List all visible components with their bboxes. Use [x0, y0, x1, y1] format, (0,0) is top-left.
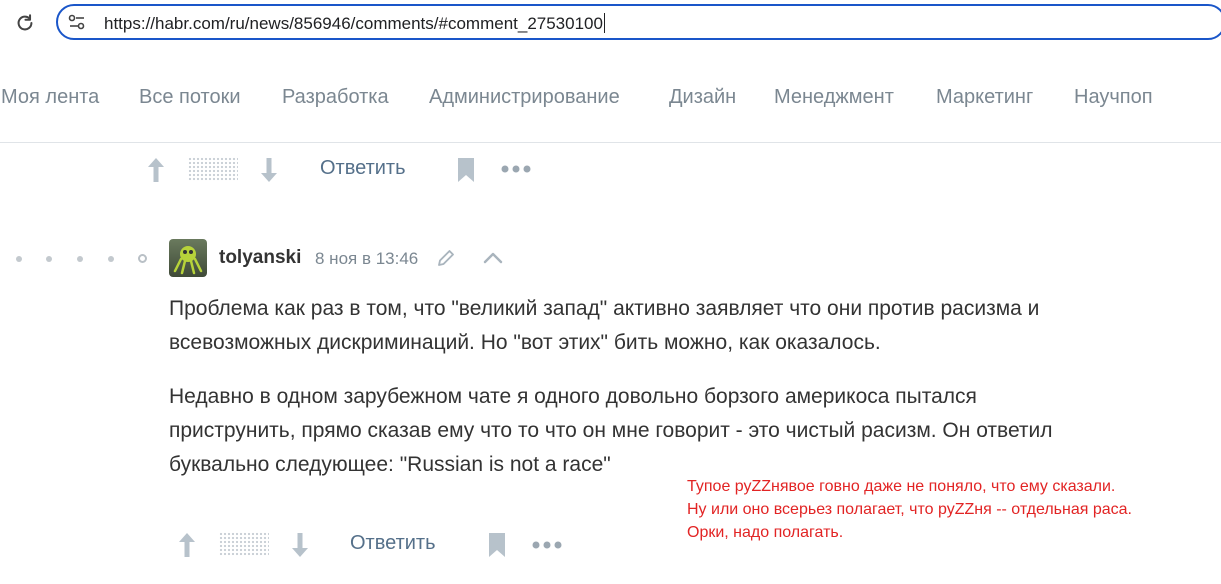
- rating-hidden: [219, 532, 269, 556]
- text-caret: [603, 13, 605, 33]
- comment-line: Проблема как раз в том, что "великий зап…: [169, 297, 1040, 320]
- nav-item-administration[interactable]: Администрирование: [429, 86, 620, 109]
- browser-toolbar: https://habr.com/ru/news/856946/comments…: [0, 0, 1221, 54]
- nav-item-my-feed[interactable]: Моя лента: [1, 86, 99, 109]
- collapse-chevron-up-icon[interactable]: [483, 252, 503, 264]
- thread-dot[interactable]: [46, 256, 52, 262]
- thread-current-ring[interactable]: [138, 254, 147, 263]
- thread-dot[interactable]: [77, 256, 83, 262]
- nav-item-development[interactable]: Разработка: [282, 86, 389, 109]
- comment-line: Недавно в одном зарубежном чате я одного…: [169, 385, 977, 408]
- downvote-arrow-icon[interactable]: [259, 156, 279, 184]
- url-text[interactable]: https://habr.com/ru/news/856946/comments…: [104, 13, 605, 34]
- reply-button[interactable]: Ответить: [320, 157, 406, 180]
- comment-line: всевозможных дискриминаций. Но "вот этих…: [169, 331, 881, 354]
- comment-timestamp[interactable]: 8 ноя в 13:46: [315, 249, 418, 269]
- bookmark-icon[interactable]: [456, 157, 476, 183]
- downvote-arrow-icon[interactable]: [290, 531, 310, 559]
- nav-item-marketing[interactable]: Маркетинг: [936, 86, 1033, 109]
- upvote-arrow-icon[interactable]: [146, 156, 166, 184]
- nav-item-management[interactable]: Менеджмент: [774, 86, 894, 109]
- more-options-icon[interactable]: [500, 164, 532, 174]
- nav-item-popsci[interactable]: Научпоп: [1074, 86, 1153, 109]
- comment-username[interactable]: tolyanski: [219, 247, 301, 269]
- site-nav: Моя лента Все потоки Разработка Админист…: [0, 54, 1221, 143]
- comment-line: приструнить, прямо сказав ему что то что…: [169, 419, 1053, 442]
- thread-dot[interactable]: [108, 256, 114, 262]
- comment-paragraph-2: Недавно в одном зарубежном чате я одного…: [169, 380, 1053, 482]
- thread-dot[interactable]: [16, 256, 22, 262]
- reload-icon[interactable]: [14, 12, 36, 34]
- bookmark-icon[interactable]: [487, 532, 507, 558]
- reply-button[interactable]: Ответить: [350, 532, 436, 555]
- edited-pencil-icon: [438, 250, 454, 266]
- more-options-icon[interactable]: [531, 540, 563, 550]
- annotation-line: Тупое руZZнявое говно даже не поняло, чт…: [687, 478, 1116, 495]
- site-settings-icon[interactable]: [68, 14, 86, 30]
- annotation-line: Ну или оно всерьез полагает, что руZZня …: [687, 501, 1132, 518]
- rating-hidden: [188, 157, 238, 181]
- upvote-arrow-icon[interactable]: [177, 531, 197, 559]
- comment-paragraph-1: Проблема как раз в том, что "великий зап…: [169, 292, 1039, 360]
- nav-item-design[interactable]: Дизайн: [669, 86, 736, 109]
- annotation-line: Орки, надо полагать.: [687, 524, 844, 541]
- avatar-octopus-icon: [173, 246, 203, 275]
- red-annotation: Тупое руZZнявое говно даже не поняло, чт…: [687, 475, 1132, 544]
- address-bar[interactable]: https://habr.com/ru/news/856946/comments…: [56, 4, 1221, 40]
- avatar[interactable]: [169, 239, 207, 277]
- nav-item-all-streams[interactable]: Все потоки: [139, 86, 241, 109]
